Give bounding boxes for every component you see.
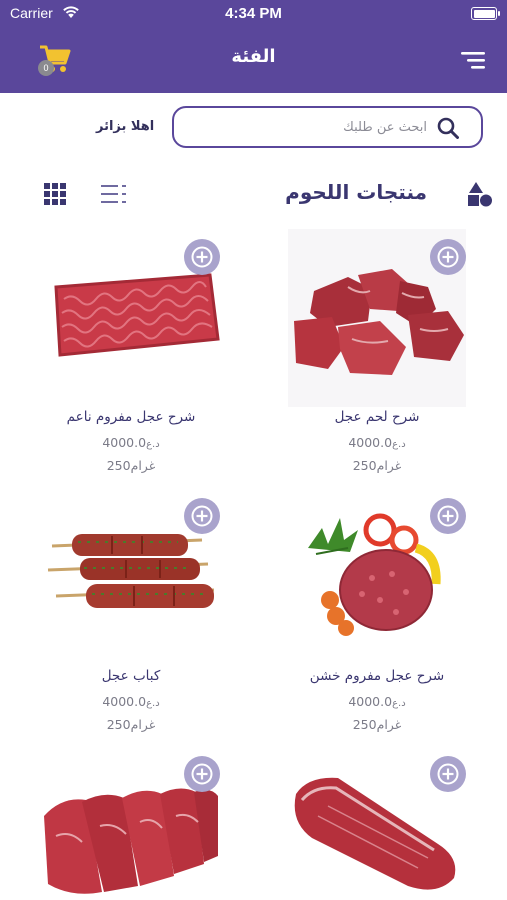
add-to-cart-button[interactable] xyxy=(430,239,466,275)
plus-circle-icon xyxy=(191,246,213,268)
add-to-cart-button[interactable] xyxy=(184,498,220,534)
battery-icon xyxy=(471,7,500,20)
product-weight: 250غرام xyxy=(106,717,156,732)
list-view-icon[interactable] xyxy=(101,183,127,205)
product-card[interactable] xyxy=(42,746,222,900)
product-weight: 250غرام xyxy=(106,458,156,473)
plus-circle-icon xyxy=(437,246,459,268)
product-price: 4000.0د.ع xyxy=(348,435,406,450)
plus-circle-icon xyxy=(191,763,213,785)
product-card[interactable]: شرح عجل مفروم ناعم 4000.0د.ع 250غرام xyxy=(42,229,222,479)
clock: 4:34 PM xyxy=(225,5,282,22)
product-name: شرح لحم عجل xyxy=(334,409,420,425)
status-bar: Carrier 4:34 PM xyxy=(0,0,507,28)
page-title: الفئة xyxy=(231,46,276,67)
product-price: 4000.0د.ع xyxy=(102,694,160,709)
search-box[interactable] xyxy=(172,106,483,148)
grid-view-icon[interactable] xyxy=(44,183,66,205)
plus-circle-icon xyxy=(437,505,459,527)
product-card[interactable]: كباب عجل 4000.0د.ع 250غرام xyxy=(42,488,222,738)
search-input[interactable] xyxy=(186,116,427,138)
product-name: كباب عجل xyxy=(101,668,161,684)
category-shapes-icon xyxy=(468,182,492,207)
product-name: شرح عجل مفروم خشن xyxy=(309,668,445,684)
product-weight: 250غرام xyxy=(352,717,402,732)
plus-circle-icon xyxy=(191,505,213,527)
plus-circle-icon xyxy=(437,763,459,785)
section-title: منتجات اللحوم xyxy=(285,180,427,204)
product-card[interactable]: شرح عجل مفروم خشن 4000.0د.ع 250غرام xyxy=(288,488,468,738)
greeting-label: اهلا بزائر xyxy=(96,119,155,134)
menu-icon[interactable] xyxy=(461,50,485,70)
product-card[interactable]: شرح لحم عجل 4000.0د.ع 250غرام xyxy=(288,229,468,479)
product-name: شرح عجل مفروم ناعم xyxy=(66,409,196,425)
product-price: 4000.0د.ع xyxy=(102,435,160,450)
add-to-cart-button[interactable] xyxy=(430,756,466,792)
product-price: 4000.0د.ع xyxy=(348,694,406,709)
search-icon[interactable] xyxy=(437,117,459,139)
add-to-cart-button[interactable] xyxy=(184,756,220,792)
add-to-cart-button[interactable] xyxy=(184,239,220,275)
add-to-cart-button[interactable] xyxy=(430,498,466,534)
product-weight: 250غرام xyxy=(352,458,402,473)
product-card[interactable] xyxy=(288,746,468,900)
app-header: Carrier 4:34 PM 0 الفئة xyxy=(0,0,507,93)
